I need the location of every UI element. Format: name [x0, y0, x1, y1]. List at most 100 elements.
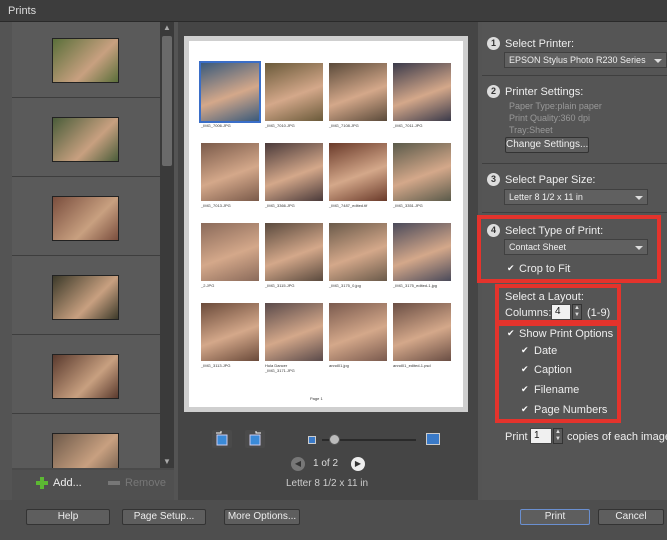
scroll-down-icon[interactable]: ▼ [161, 456, 173, 468]
scroll-up-icon[interactable]: ▲ [161, 22, 173, 34]
contact-sheet-filename: _IMG_3115.JPG [265, 283, 295, 288]
photo-thumb-5 [52, 354, 119, 399]
photo-list-item[interactable] [12, 259, 160, 335]
contact-sheet-image[interactable] [329, 143, 387, 201]
contact-sheet-filename: _IMG_3366.JPG [265, 203, 295, 208]
contact-sheet-page: _IMG_7006.JPG _IMG_7010.JPG _IMG_7108.JPG _… [189, 41, 463, 407]
more-options-button[interactable]: More Options... [224, 509, 300, 525]
divider [482, 75, 667, 76]
photo-list-item[interactable] [12, 22, 160, 98]
select-type-of-print-label: Select Type of Print: [505, 225, 604, 237]
previous-page-button[interactable]: ◀ [291, 457, 305, 471]
photo-list-item[interactable] [12, 338, 160, 414]
zoom-out-icon[interactable] [308, 436, 316, 444]
remove-photo-button[interactable]: Remove [108, 477, 166, 489]
filename-label[interactable]: Filename [534, 384, 579, 396]
columns-label: Columns: [505, 307, 552, 319]
contact-sheet-caption: _IMG_3366.JPG [265, 203, 295, 208]
rotate-left-button[interactable] [212, 430, 232, 448]
contact-sheet-image[interactable] [329, 303, 387, 361]
contact-sheet-image[interactable] [199, 61, 261, 123]
contact-sheet-image[interactable] [201, 223, 259, 281]
change-settings-button[interactable]: Change Settings... [505, 137, 589, 153]
chevron-down-icon [635, 196, 643, 200]
contact-sheet-caption: _IMG_3115.JPG [265, 283, 295, 288]
cancel-button[interactable]: Cancel [598, 509, 664, 525]
photo-list-item[interactable] [12, 101, 160, 177]
contact-sheet-caption: _IMG_7011.JPG [393, 123, 423, 128]
photo-thumbnail-list[interactable] [12, 22, 160, 468]
contact-sheet-image[interactable] [265, 143, 323, 201]
contact-sheet-image[interactable] [201, 143, 259, 201]
contact-sheet-caption: _IMG_7006.JPG [201, 123, 231, 128]
columns-stepper[interactable]: ▲ ▼ [572, 304, 582, 320]
contact-sheet-image[interactable] [329, 223, 387, 281]
contact-sheet-image[interactable] [201, 303, 259, 361]
contact-sheet-filename: _IMG_7013.JPG [201, 203, 231, 208]
contact-sheet-caption: Hula Dancer _IMG_3171.JPG [265, 363, 295, 373]
caption-label[interactable]: Caption [534, 364, 572, 376]
help-button[interactable]: Help [26, 509, 110, 525]
print-copies-label: Print [505, 431, 528, 443]
date-label[interactable]: Date [534, 345, 557, 357]
zoom-slider-handle[interactable] [329, 434, 340, 445]
caption-checkbox[interactable]: ✔ [521, 365, 530, 374]
contact-sheet-image[interactable] [265, 223, 323, 281]
contact-sheet-filename: _IMG_7010.JPG [265, 123, 295, 128]
copies-stepper[interactable]: ▲ ▼ [553, 428, 563, 444]
paper-size-dropdown[interactable]: Letter 8 1/2 x 11 in [504, 189, 648, 205]
print-type-value: Contact Sheet [509, 242, 567, 252]
date-checkbox[interactable]: ✔ [521, 346, 530, 355]
select-layout-label: Select a Layout: [505, 291, 584, 303]
print-button[interactable]: Print [520, 509, 590, 525]
photo-list-item[interactable] [12, 417, 160, 468]
page-setup-button[interactable]: Page Setup... [122, 509, 206, 525]
chevron-down-icon [654, 59, 662, 63]
printer-dropdown-value: EPSON Stylus Photo R230 Series [509, 55, 646, 65]
columns-input[interactable]: 4 [551, 304, 571, 320]
contact-sheet-image[interactable] [393, 303, 451, 361]
scrollbar-thumb[interactable] [162, 36, 172, 166]
step-1-number: 1 [487, 37, 500, 50]
contact-sheet-image[interactable] [329, 63, 387, 121]
contact-sheet-caption: _IMG_3351.JPG [393, 203, 423, 208]
divider [482, 212, 667, 213]
zoom-in-icon[interactable] [426, 433, 440, 445]
photo-thumb-1 [52, 38, 119, 83]
window-title: Prints [8, 5, 37, 17]
contact-sheet-image[interactable] [393, 63, 451, 121]
contact-sheet-caption: _IMG_7010.JPG [265, 123, 295, 128]
photo-list-panel: ▲ ▼ Add... Remove [12, 22, 174, 500]
add-photo-button[interactable]: Add... [36, 477, 82, 489]
paper-type-text: Paper Type:plain paper [509, 101, 602, 111]
contact-sheet-image[interactable] [393, 223, 451, 281]
show-print-options-checkbox[interactable]: ✔ [507, 329, 516, 338]
contact-sheet-filename: _IMG_7108.JPG [329, 123, 359, 128]
filename-checkbox[interactable]: ✔ [521, 385, 530, 394]
contact-sheet-filename: _IMG_3175_edited-1.jpg [393, 283, 438, 288]
crop-to-fit-label[interactable]: Crop to Fit [519, 263, 570, 275]
contact-sheet-image[interactable] [393, 143, 451, 201]
contact-sheet-image[interactable] [265, 303, 323, 361]
copies-input[interactable]: 1 [530, 428, 552, 444]
print-type-dropdown[interactable]: Contact Sheet [504, 239, 648, 255]
add-label: Add... [53, 477, 82, 489]
next-page-button[interactable]: ▶ [351, 457, 365, 471]
photo-list-item[interactable] [12, 180, 160, 256]
page-numbers-label[interactable]: Page Numbers [534, 404, 607, 416]
crop-to-fit-checkbox[interactable]: ✔ [507, 264, 516, 273]
page-numbers-checkbox[interactable]: ✔ [521, 405, 530, 414]
contact-sheet-filename: _IMG_3113.JPG [201, 363, 231, 368]
printer-dropdown[interactable]: EPSON Stylus Photo R230 Series [504, 52, 667, 68]
contact-sheet-image[interactable] [265, 63, 323, 121]
columns-range: (1-9) [587, 307, 611, 319]
photo-list-scrollbar[interactable]: ▲ ▼ [160, 22, 174, 468]
show-print-options-label[interactable]: Show Print Options [519, 328, 613, 340]
select-paper-size-label: Select Paper Size: [505, 174, 596, 186]
page-number-label: Page 1 [310, 396, 323, 401]
page-counter: 1 of 2 [313, 458, 339, 469]
rotate-right-button[interactable] [245, 430, 265, 448]
contact-sheet-caption: _IMG_3175_edited-1.jpg [393, 283, 437, 288]
contact-sheet-filename: _IMG_3175_0.jpg [329, 283, 361, 288]
contact-sheet-filename: annd01.jpg [329, 363, 349, 368]
